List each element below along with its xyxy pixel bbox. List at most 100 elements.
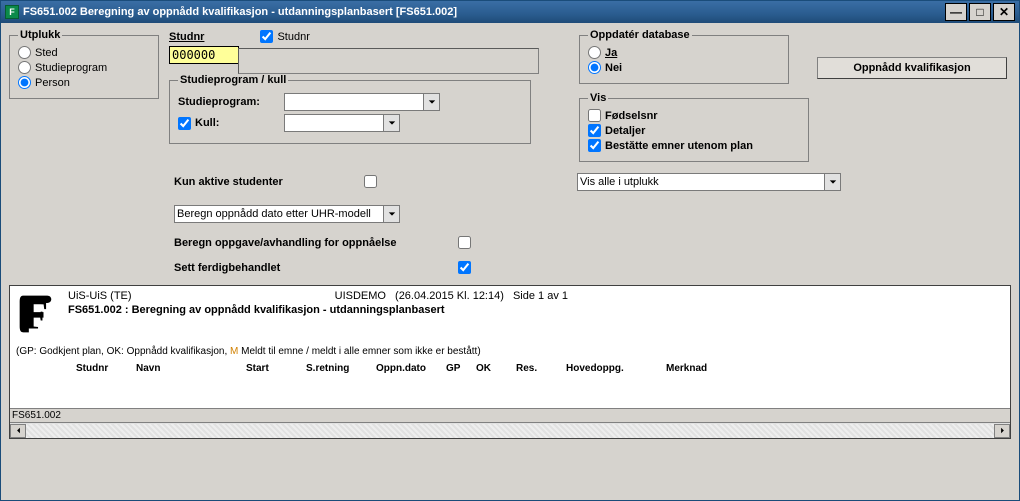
col-studnr: Studnr	[76, 363, 136, 374]
close-button[interactable]: ✕	[993, 3, 1015, 21]
report-page: Side 1 av 1	[513, 290, 568, 302]
radio-sted-label: Sted	[35, 47, 58, 59]
calc-model-drop-icon[interactable]	[384, 205, 400, 223]
vis-legend: Vis	[588, 92, 608, 104]
oppnadd-kvalifikasjon-button[interactable]: Oppnådd kvalifikasjon	[817, 57, 1007, 79]
studnr-input[interactable]	[169, 46, 239, 64]
kun-aktive-label: Kun aktive studenter	[174, 176, 344, 188]
vis-alle-combo[interactable]	[577, 173, 841, 191]
studnr-block: Studnr Studnr Studieprogram / kull Studi…	[169, 29, 539, 144]
radio-nei-label: Nei	[605, 62, 622, 74]
beregn-oppg-label: Beregn oppgave/avhandling for oppnåelse	[174, 237, 454, 249]
col-start: Start	[246, 363, 306, 374]
check-fodselsnr-input[interactable]	[588, 109, 601, 122]
check-bestatte-input[interactable]	[588, 139, 601, 152]
titlebar: F FS651.002 Beregning av oppnådd kvalifi…	[1, 1, 1019, 23]
studieprogram-label: Studieprogram:	[178, 96, 278, 108]
studnr-display-box	[238, 48, 539, 74]
app-window: F FS651.002 Beregning av oppnådd kvalifi…	[0, 0, 1020, 501]
check-detaljer-input[interactable]	[588, 124, 601, 137]
studieprogram-combo[interactable]	[284, 93, 440, 111]
vis-group: Vis Fødselsnr Detaljer Bestătte emner ut…	[579, 92, 809, 162]
radio-nei[interactable]: Nei	[588, 60, 780, 75]
check-fodselsnr[interactable]: Fødselsnr	[588, 108, 800, 123]
report-legend-pre: (GP: Godkjent plan, OK: Oppnådd kvalifik…	[16, 346, 230, 357]
window-title: FS651.002 Beregning av oppnådd kvalifika…	[23, 6, 945, 18]
radio-person[interactable]: Person	[18, 75, 150, 90]
radio-ja-input[interactable]	[588, 46, 601, 59]
report-legend-post: Meldt til emne / meldt i alle emner som …	[238, 346, 480, 357]
kull-label: Kull:	[195, 117, 219, 129]
col-hovedoppg: Hovedoppg.	[566, 363, 666, 374]
radio-studieprogram-label: Studieprogram	[35, 62, 107, 74]
col-merknad: Merknad	[666, 363, 746, 374]
report-datetime: (26.04.2015 Kl. 12:14)	[395, 290, 504, 302]
radio-studieprogram-input[interactable]	[18, 61, 31, 74]
kull-check-input[interactable]	[178, 117, 191, 130]
kull-input[interactable]	[284, 114, 384, 132]
report-status-bar: FS651.002	[10, 408, 1010, 422]
studnr-check[interactable]: Studnr	[260, 29, 309, 44]
vis-alle-input[interactable]	[577, 173, 825, 191]
utplukk-group: Utplukk Sted Studieprogram Person	[9, 29, 159, 99]
check-fodselsnr-label: Fødselsnr	[605, 110, 658, 122]
beregn-oppg-check[interactable]	[458, 236, 471, 249]
oppdater-database-group: Oppdatér database Ja Nei	[579, 29, 789, 84]
report-title: FS651.002 : Beregning av oppnådd kvalifi…	[68, 304, 1004, 316]
check-bestatte-label: Bestătte emner utenom plan	[605, 140, 753, 152]
radio-person-label: Person	[35, 77, 70, 89]
svg-text:F: F	[23, 293, 48, 336]
studnr-label: Studnr	[169, 31, 204, 43]
radio-person-input[interactable]	[18, 76, 31, 89]
radio-ja-label: Ja	[605, 47, 617, 59]
sett-ferdig-label: Sett ferdigbehandlet	[174, 262, 454, 274]
studieprogram-input[interactable]	[284, 93, 424, 111]
col-oppndato: Oppn.dato	[376, 363, 446, 374]
kull-combo[interactable]	[284, 114, 400, 132]
utplukk-legend: Utplukk	[18, 29, 62, 41]
studieprogram-drop-icon[interactable]	[424, 93, 440, 111]
report-columns: Studnr Navn Start S.retning Oppn.dato GP…	[16, 363, 1004, 374]
calc-model-combo[interactable]	[174, 205, 694, 223]
studnr-check-input[interactable]	[260, 30, 273, 43]
sp-kull-legend: Studieprogram / kull	[178, 74, 288, 86]
kull-check[interactable]: Kull:	[178, 116, 278, 131]
oppdater-legend: Oppdatér database	[588, 29, 692, 41]
sett-ferdig-check[interactable]	[458, 261, 471, 274]
col-gp: GP	[446, 363, 476, 374]
kull-drop-icon[interactable]	[384, 114, 400, 132]
fs-logo-icon: F	[16, 292, 60, 336]
maximize-button[interactable]: □	[969, 3, 991, 21]
check-detaljer-label: Detaljer	[605, 125, 645, 137]
kun-aktive-check[interactable]	[364, 175, 377, 188]
report-env: UISDEMO	[335, 290, 386, 302]
col-ok: OK	[476, 363, 516, 374]
app-icon: F	[5, 5, 19, 19]
report-org: UiS-UiS (TE)	[68, 290, 132, 302]
form-area: Oppnådd kvalifikasjon Utplukk Sted Studi…	[1, 23, 1019, 500]
radio-ja[interactable]: Ja	[588, 45, 780, 60]
radio-studieprogram[interactable]: Studieprogram	[18, 60, 150, 75]
horizontal-scrollbar[interactable]	[10, 422, 1010, 438]
scroll-left-button[interactable]	[10, 424, 26, 438]
check-detaljer[interactable]: Detaljer	[588, 123, 800, 138]
report-header-line1: UiS-UiS (TE) UISDEMO (26.04.2015 Kl. 12:…	[68, 290, 1004, 302]
window-buttons: — □ ✕	[945, 3, 1015, 21]
radio-sted[interactable]: Sted	[18, 45, 150, 60]
radio-nei-input[interactable]	[588, 61, 601, 74]
radio-sted-input[interactable]	[18, 46, 31, 59]
scroll-track[interactable]	[26, 424, 994, 438]
right-column: Oppdatér database Ja Nei Vis Fødselsnr	[579, 29, 809, 162]
scroll-right-button[interactable]	[994, 424, 1010, 438]
col-res: Res.	[516, 363, 566, 374]
calc-model-input[interactable]	[174, 205, 384, 223]
studieprogram-kull-group: Studieprogram / kull Studieprogram: Kull…	[169, 74, 531, 144]
col-navn: Navn	[136, 363, 246, 374]
studnr-check-label: Studnr	[277, 31, 309, 43]
report-legend: (GP: Godkjent plan, OK: Oppnådd kvalifik…	[16, 346, 1004, 357]
vis-alle-drop-icon[interactable]	[825, 173, 841, 191]
report-panel: F UiS-UiS (TE) UISDEMO (26.04.2015 Kl. 1…	[9, 285, 1011, 439]
col-sretning: S.retning	[306, 363, 376, 374]
check-bestatte[interactable]: Bestătte emner utenom plan	[588, 138, 800, 153]
minimize-button[interactable]: —	[945, 3, 967, 21]
